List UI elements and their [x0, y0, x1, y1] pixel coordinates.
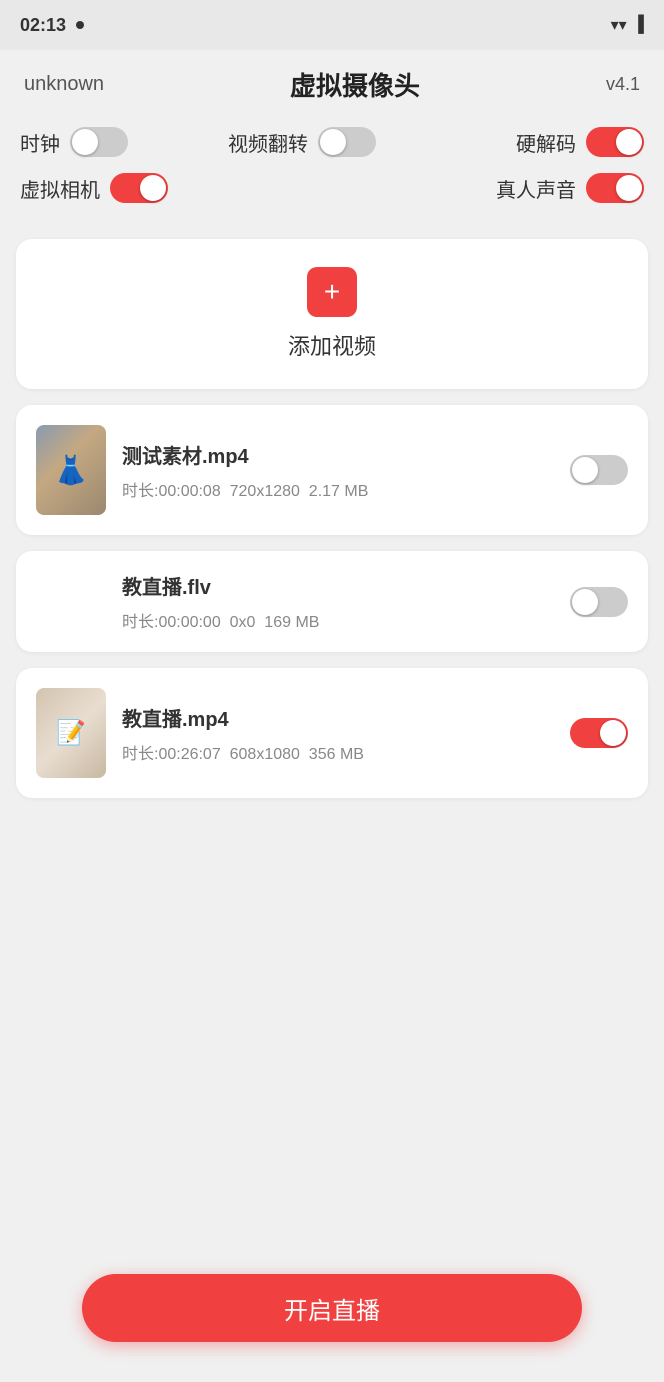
- toggle-yingjiejima[interactable]: [586, 127, 644, 157]
- toggle-video-1[interactable]: [570, 455, 628, 485]
- app-title: 虚拟摄像头: [290, 66, 420, 103]
- controls-section: 时钟 视频翻转 硬解码 虚拟相机 真人声音: [0, 119, 664, 227]
- video-thumbnail-3: [36, 688, 106, 778]
- video-card-1: 测试素材.mp4 时长:00:00:08 720x1280 2.17 MB: [16, 405, 648, 535]
- video-meta-3: 时长:00:26:07 608x1080 356 MB: [122, 740, 554, 764]
- control-shizong: 时钟: [20, 127, 228, 157]
- video-name-1: 测试素材.mp4: [122, 440, 554, 469]
- add-video-card: + 添加视频: [16, 239, 648, 389]
- control-yingjiejima: 硬解码: [436, 127, 644, 157]
- control-zhenrenshenyin: 真人声音: [436, 173, 644, 203]
- video-card-3: 教直播.mp4 时长:00:26:07 608x1080 356 MB: [16, 668, 648, 798]
- video-info-2: 教直播.flv 时长:00:00:00 0x0 169 MB: [36, 571, 554, 632]
- label-shipinfanzhuang: 视频翻转: [228, 128, 308, 157]
- label-shizong: 时钟: [20, 128, 60, 157]
- toggle-shipinfanzhuang[interactable]: [318, 127, 376, 157]
- status-time: 02:13: [20, 15, 66, 36]
- control-shipinfanzhuang: 视频翻转: [228, 127, 436, 157]
- toggle-xunixiangji[interactable]: [110, 173, 168, 203]
- video-info-1: 测试素材.mp4 时长:00:00:08 720x1280 2.17 MB: [122, 440, 554, 501]
- plus-icon: +: [324, 278, 340, 306]
- header-left-label: unknown: [24, 73, 104, 96]
- status-icons: ▾▾ ▐: [611, 15, 644, 35]
- battery-icon: ▐: [633, 16, 644, 34]
- start-live-label: 开启直播: [284, 1291, 380, 1326]
- wifi-icon: ▾▾: [611, 15, 627, 35]
- video-thumbnail-1: [36, 425, 106, 515]
- label-xunixiangji: 虚拟相机: [20, 174, 100, 203]
- video-info-3: 教直播.mp4 时长:00:26:07 608x1080 356 MB: [122, 703, 554, 764]
- label-yingjiejima: 硬解码: [516, 128, 576, 157]
- app-header: unknown 虚拟摄像头 v4.1: [0, 50, 664, 119]
- start-live-button[interactable]: 开启直播: [82, 1274, 582, 1342]
- controls-row-2: 虚拟相机 真人声音: [20, 173, 644, 203]
- add-video-button[interactable]: +: [307, 267, 357, 317]
- add-video-label: 添加视频: [288, 329, 376, 361]
- video-name-3: 教直播.mp4: [122, 703, 554, 732]
- toggle-zhenrenshenyin[interactable]: [586, 173, 644, 203]
- version-label: v4.1: [606, 74, 640, 95]
- video-meta-1: 时长:00:00:08 720x1280 2.17 MB: [122, 477, 554, 501]
- toggle-shizong[interactable]: [70, 127, 128, 157]
- control-xunixiangji: 虚拟相机: [20, 173, 228, 203]
- main-content: + 添加视频 测试素材.mp4 时长:00:00:08 720x1280 2.1…: [0, 227, 664, 826]
- toggle-video-3[interactable]: [570, 718, 628, 748]
- status-bar: 02:13 ▾▾ ▐: [0, 0, 664, 50]
- status-dot: [76, 21, 84, 29]
- controls-row-1: 时钟 视频翻转 硬解码: [20, 127, 644, 157]
- video-card-2: 教直播.flv 时长:00:00:00 0x0 169 MB: [16, 551, 648, 652]
- video-name-2: 教直播.flv: [122, 571, 554, 600]
- label-zhenrenshenyin: 真人声音: [496, 174, 576, 203]
- toggle-video-2[interactable]: [570, 587, 628, 617]
- video-meta-2: 时长:00:00:00 0x0 169 MB: [122, 608, 554, 632]
